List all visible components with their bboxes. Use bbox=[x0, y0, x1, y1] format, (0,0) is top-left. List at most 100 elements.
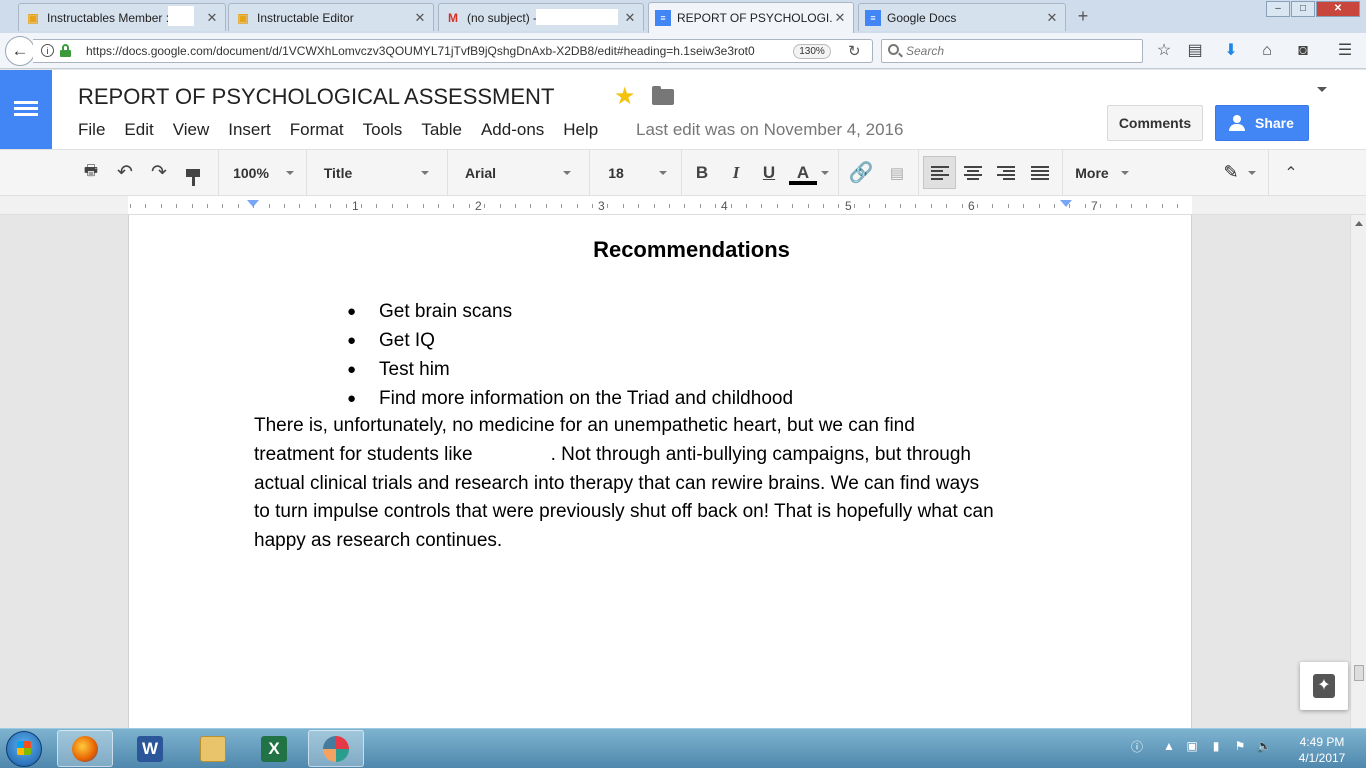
align-center-button[interactable] bbox=[960, 150, 986, 195]
menu-tools[interactable]: Tools bbox=[363, 120, 403, 140]
underline-button[interactable]: U bbox=[757, 150, 781, 195]
ruler-number: 3 bbox=[598, 199, 605, 213]
document-page[interactable]: Recommendations Get brain scans Get IQ T… bbox=[128, 215, 1192, 728]
vertical-scrollbar[interactable] bbox=[1350, 215, 1366, 728]
right-indent-marker[interactable] bbox=[1060, 200, 1072, 207]
tab-report-active[interactable]: ≡ REPORT OF PSYCHOLOGI... ✕ bbox=[648, 2, 854, 33]
search-icon bbox=[888, 44, 899, 55]
paint-taskbar-icon[interactable] bbox=[308, 730, 364, 767]
star-icon[interactable]: ★ bbox=[614, 82, 636, 111]
ruler-tick bbox=[777, 204, 778, 208]
tab-instructables-member[interactable]: ▣ Instructables Member : ✕ bbox=[18, 3, 226, 31]
home-icon[interactable]: ⌂ bbox=[1257, 41, 1277, 61]
new-tab-button[interactable]: + bbox=[1072, 6, 1094, 28]
close-tab-icon[interactable]: ✕ bbox=[205, 10, 219, 26]
menu-table[interactable]: Table bbox=[421, 120, 462, 140]
pocket-icon[interactable]: ◙ bbox=[1293, 41, 1313, 61]
menu-format[interactable]: Format bbox=[290, 120, 344, 140]
maximize-button[interactable]: □ bbox=[1291, 1, 1315, 17]
info-icon[interactable]: i bbox=[41, 44, 54, 57]
text-color-button[interactable]: A bbox=[788, 150, 818, 195]
align-right-button[interactable] bbox=[993, 150, 1019, 195]
back-button[interactable]: ← bbox=[5, 36, 35, 66]
ruler-tick bbox=[469, 204, 470, 208]
collapse-toolbar-icon[interactable]: ⌃ bbox=[1278, 150, 1304, 195]
comments-button[interactable]: Comments bbox=[1107, 105, 1203, 141]
minimize-button[interactable]: – bbox=[1266, 1, 1290, 17]
undo-icon[interactable]: ↶ bbox=[112, 150, 138, 195]
color-swatch bbox=[789, 180, 817, 185]
tray-app-icon[interactable]: ▣ bbox=[1183, 737, 1201, 755]
ruler-tick bbox=[438, 204, 439, 208]
zoom-select[interactable]: 100% bbox=[222, 150, 280, 195]
menu-insert[interactable]: Insert bbox=[228, 120, 271, 140]
menu-add-ons[interactable]: Add-ons bbox=[481, 120, 544, 140]
docs-home-icon[interactable] bbox=[0, 70, 52, 149]
list-item[interactable]: Get brain scans bbox=[347, 297, 793, 326]
document-title[interactable]: REPORT OF PSYCHOLOGICAL ASSESSMENT bbox=[78, 84, 554, 110]
collapse-caret-icon[interactable] bbox=[1317, 87, 1327, 92]
font-select[interactable]: Arial bbox=[453, 150, 508, 195]
search-input[interactable]: Search bbox=[881, 39, 1143, 63]
file-explorer-taskbar-icon[interactable] bbox=[185, 730, 241, 767]
align-left-icon bbox=[930, 165, 949, 180]
style-select[interactable]: Title bbox=[312, 150, 364, 195]
tab-google-docs[interactable]: ≡ Google Docs ✕ bbox=[858, 3, 1066, 31]
menu-edit[interactable]: Edit bbox=[124, 120, 153, 140]
menu-icon[interactable]: ☰ bbox=[1335, 41, 1355, 61]
print-icon[interactable]: 🖶 bbox=[78, 150, 104, 195]
list-item[interactable]: Get IQ bbox=[347, 326, 793, 355]
align-left-button[interactable] bbox=[923, 156, 956, 189]
close-tab-icon[interactable]: ✕ bbox=[833, 10, 847, 26]
bold-button[interactable]: B bbox=[690, 150, 714, 195]
font-size-select[interactable]: 18 bbox=[596, 150, 636, 195]
firefox-taskbar-icon[interactable] bbox=[57, 730, 113, 767]
menu-file[interactable]: File bbox=[78, 120, 105, 140]
download-icon[interactable]: ⬇ bbox=[1221, 41, 1241, 61]
justify-button[interactable] bbox=[1027, 150, 1053, 195]
close-tab-icon[interactable]: ✕ bbox=[623, 10, 637, 26]
menu-help[interactable]: Help bbox=[563, 120, 598, 140]
url-text[interactable]: https://docs.google.com/document/d/1VCWX… bbox=[86, 44, 755, 58]
redo-icon[interactable]: ↷ bbox=[146, 150, 172, 195]
link-icon[interactable]: 🔗 bbox=[846, 150, 876, 195]
tab-title: Instructable Editor bbox=[257, 10, 354, 25]
editing-mode-pencil-icon[interactable]: ✎ bbox=[1218, 150, 1244, 195]
show-hidden-icons-icon[interactable]: ▲ bbox=[1160, 737, 1178, 755]
google-docs-icon: ≡ bbox=[865, 9, 881, 26]
list-item[interactable]: Find more information on the Triad and c… bbox=[347, 384, 793, 413]
clock-date: 4/1/2017 bbox=[1298, 751, 1346, 765]
address-bar[interactable]: i https://docs.google.com/document/d/1VC… bbox=[33, 39, 873, 63]
reload-icon[interactable]: ↻ bbox=[848, 42, 861, 60]
scroll-up-icon[interactable] bbox=[1355, 221, 1363, 226]
close-window-button[interactable]: ✕ bbox=[1316, 1, 1360, 17]
last-edit-link[interactable]: Last edit was on November 4, 2016 bbox=[636, 120, 903, 140]
body-paragraph[interactable]: There is, unfortunately, no medicine for… bbox=[254, 412, 1084, 556]
word-taskbar-icon[interactable]: W bbox=[122, 730, 178, 767]
zoom-indicator[interactable]: 130% bbox=[793, 44, 831, 59]
action-center-icon[interactable]: ⚑ bbox=[1231, 737, 1249, 755]
explore-button[interactable]: ✦ bbox=[1300, 662, 1348, 710]
tab-instructable-editor[interactable]: ▣ Instructable Editor ✕ bbox=[228, 3, 434, 31]
reading-list-icon[interactable]: ▤ bbox=[1185, 41, 1205, 61]
scrollbar-thumb[interactable] bbox=[1354, 665, 1364, 681]
italic-button[interactable]: I bbox=[724, 150, 748, 195]
folder-icon[interactable] bbox=[652, 86, 674, 105]
list-item[interactable]: Test him bbox=[347, 355, 793, 384]
paragraph-line: actual clinical trials and research into… bbox=[254, 472, 980, 494]
excel-taskbar-icon[interactable]: X bbox=[246, 730, 302, 767]
menu-view[interactable]: View bbox=[173, 120, 210, 140]
network-help-icon[interactable]: ⓘ bbox=[1128, 737, 1146, 755]
comment-icon[interactable]: ▤ bbox=[883, 150, 911, 195]
more-button[interactable]: More bbox=[1070, 150, 1114, 195]
bookmark-star-icon[interactable]: ☆ bbox=[1154, 41, 1174, 61]
signal-icon[interactable]: ▮ bbox=[1207, 737, 1225, 755]
paint-format-icon[interactable] bbox=[180, 150, 206, 195]
start-button[interactable] bbox=[6, 731, 42, 767]
close-tab-icon[interactable]: ✕ bbox=[1045, 10, 1059, 26]
system-clock[interactable]: 4:49 PM 4/1/2017 bbox=[1282, 734, 1362, 766]
section-heading[interactable]: Recommendations bbox=[129, 237, 1254, 263]
volume-icon[interactable]: 🔈 bbox=[1255, 737, 1273, 755]
close-tab-icon[interactable]: ✕ bbox=[413, 10, 427, 26]
share-button[interactable]: Share bbox=[1215, 105, 1309, 141]
